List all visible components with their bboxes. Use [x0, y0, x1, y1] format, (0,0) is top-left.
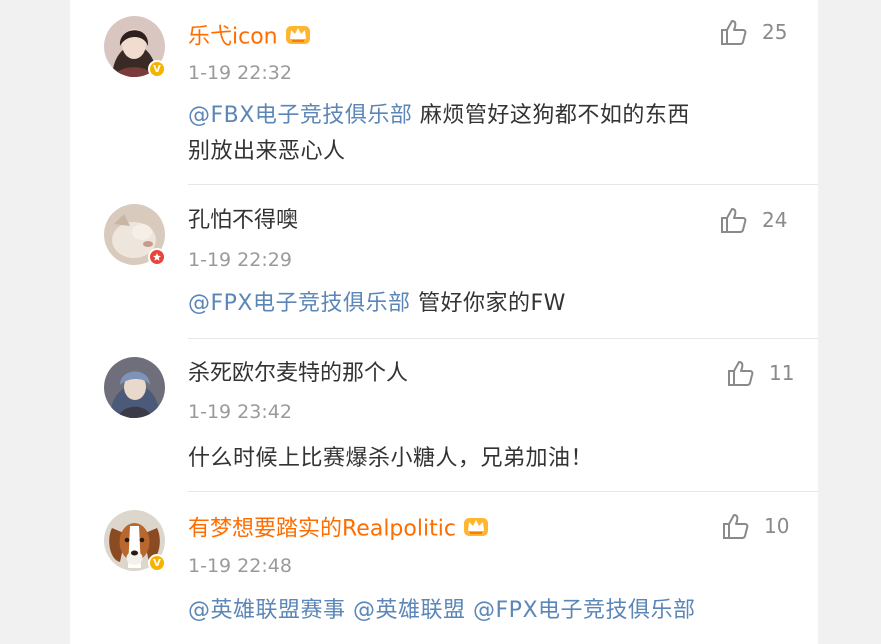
comment-time: 1-19 23:42 [188, 401, 292, 423]
comment-text-line: 别放出来恶心人 [188, 139, 346, 164]
mention-link[interactable]: @英雄联盟赛事 [188, 598, 346, 623]
comment-time: 1-19 22:29 [188, 249, 292, 271]
thumbs-up-icon [721, 20, 747, 45]
avatar-image [104, 357, 165, 418]
like-button[interactable]: 10 [720, 511, 789, 541]
like-button[interactable]: 25 [718, 17, 787, 47]
comment-text: @FBX电子竞技俱乐部 麻烦管好这狗都不如的东西 别放出来恶心人 [188, 98, 788, 170]
divider [188, 491, 818, 492]
comment-text-line: 麻烦管好这狗都不如的东西 [412, 103, 690, 128]
divider [188, 338, 818, 339]
like-count: 11 [769, 361, 795, 385]
thumbs-up-icon [721, 208, 747, 233]
avatar[interactable] [104, 204, 166, 266]
comment-time: 1-19 22:48 [188, 555, 292, 577]
mention-link[interactable]: @FPX电子竞技俱乐部 [473, 598, 696, 623]
comment-list: V 乐弋icon 1-19 22:32 25 @FBX电子竞技俱乐部 麻烦管好这… [70, 0, 818, 644]
like-count: 25 [762, 20, 788, 44]
comment-author[interactable]: 有梦想要踏实的Realpolitic [188, 512, 490, 547]
comment-text: 什么时候上比赛爆杀小糖人，兄弟加油！ [188, 446, 594, 471]
author-name[interactable]: 有梦想要踏实的Realpolitic [188, 517, 456, 542]
mention-link[interactable]: @FBX电子竞技俱乐部 [188, 103, 412, 128]
comment-text: @FPX电子竞技俱乐部 管好你家的FW [188, 286, 788, 322]
comment-text-line: 管好你家的FW [410, 291, 566, 316]
comment-author[interactable]: 孔怕不得噢 [188, 206, 298, 236]
mention-link[interactable]: @英雄联盟 [353, 598, 466, 623]
avatar[interactable]: V [104, 16, 166, 78]
avatar[interactable]: V [104, 510, 166, 572]
like-button[interactable]: 11 [725, 358, 794, 388]
vip-crown-icon [284, 20, 312, 55]
thumbs-up-icon [728, 361, 754, 386]
comment-text: @英雄联盟赛事 @英雄联盟 @FPX电子竞技俱乐部 [188, 593, 788, 629]
verified-badge-icon: V [148, 60, 166, 78]
avatar[interactable] [104, 357, 165, 418]
user-badge-icon [148, 248, 166, 266]
author-name[interactable]: 乐弋icon [188, 25, 278, 50]
divider [188, 184, 818, 185]
like-count: 24 [762, 208, 788, 232]
comment-author[interactable]: 乐弋icon [188, 20, 312, 55]
thumbs-up-icon [723, 514, 749, 539]
like-button[interactable]: 24 [718, 205, 787, 235]
comment-author[interactable]: 杀死欧尔麦特的那个人 [188, 359, 408, 389]
vip-crown-icon [462, 512, 490, 547]
mention-link[interactable]: @FPX电子竞技俱乐部 [188, 291, 411, 316]
comment-time: 1-19 22:32 [188, 62, 292, 84]
like-count: 10 [764, 514, 790, 538]
verified-badge-icon: V [148, 554, 166, 572]
